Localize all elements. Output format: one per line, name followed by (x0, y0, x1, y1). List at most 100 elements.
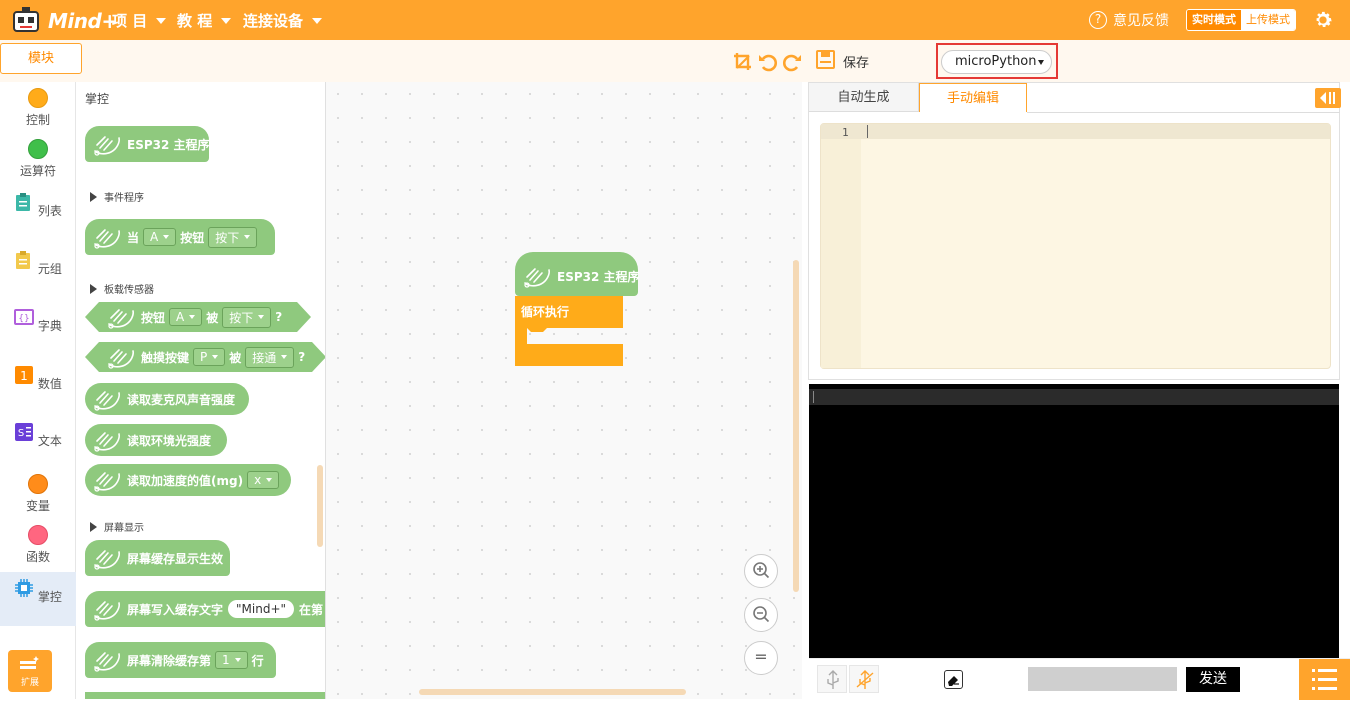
send-button[interactable]: 发送 (1186, 667, 1240, 692)
chevron-down-icon (156, 17, 167, 24)
block-read-microphone[interactable]: 读取麦克风声音强度 (85, 383, 249, 415)
touch-state-dropdown[interactable]: 接通 (245, 347, 294, 368)
button-state-dropdown[interactable]: 按下 (208, 226, 258, 248)
category-text[interactable]: S 文本 (0, 416, 76, 468)
list-icon (1312, 669, 1337, 690)
text-icon: S (15, 423, 34, 441)
mode-toggle[interactable]: 实时模式 上传模式 (1186, 9, 1296, 31)
disconnect-button[interactable] (849, 665, 879, 693)
handpy-hand-icon (524, 268, 550, 288)
realtime-mode-button[interactable]: 实时模式 (1187, 10, 1241, 30)
zoom-reset-button[interactable]: = (744, 641, 778, 675)
handpy-hand-icon (94, 550, 120, 570)
tab-auto-generate[interactable]: 自动生成 (809, 83, 919, 112)
forever-loop-label: 循环执行 (521, 305, 570, 319)
svg-text:1: 1 (20, 369, 28, 383)
tab-manual-edit[interactable]: 手动编辑 (919, 83, 1027, 112)
handpy-hand-icon (105, 304, 137, 330)
workspace-vertical-scrollbar[interactable] (793, 260, 799, 592)
gear-icon[interactable] (1312, 9, 1334, 31)
row-dropdown[interactable]: 1 (215, 651, 248, 669)
usb-disconnect-icon (856, 670, 874, 689)
clear-terminal-button[interactable] (944, 670, 963, 689)
upload-mode-button[interactable]: 上传模式 (1241, 10, 1295, 30)
block-touch-key-pressed[interactable]: 触摸按键 P 被 接通 ? (85, 342, 326, 372)
collapse-panel-button[interactable] (1315, 88, 1341, 108)
tab-modules[interactable]: 模块 (0, 43, 82, 74)
text-input[interactable]: "Mind+" (228, 600, 295, 618)
logo-text: Mind+ (48, 9, 118, 33)
category-variable[interactable]: 变量 (0, 468, 76, 520)
category-list[interactable]: 列表 (0, 186, 76, 238)
category-dictionary[interactable]: {} 字典 (0, 301, 76, 353)
serial-terminal[interactable] (809, 384, 1339, 658)
chevron-down-icon (221, 17, 232, 24)
eraser-icon (948, 676, 959, 686)
handpy-hand-icon (94, 652, 120, 672)
number-icon: 1 (15, 366, 34, 384)
line-number: 1 (842, 126, 849, 139)
feedback-link[interactable]: ? 意见反馈 (1089, 10, 1169, 30)
block-screen-clear-row[interactable]: 屏幕清除缓存第 1 行 (85, 642, 276, 678)
collapse-arrow-icon (1320, 92, 1335, 104)
save-icon[interactable] (815, 49, 837, 71)
zoom-in-icon (753, 562, 770, 579)
block-screen-write-text[interactable]: 屏幕写入缓存文字 "Mind+" 在第 (85, 591, 325, 627)
robot-logo-icon (13, 7, 39, 32)
code-editor[interactable]: 1 (820, 123, 1331, 369)
send-input[interactable] (1028, 667, 1177, 691)
axis-dropdown[interactable]: x (247, 471, 280, 489)
extension-button[interactable]: 扩展 (8, 650, 52, 692)
svg-text:S: S (18, 428, 24, 439)
palette-scrollbar[interactable] (317, 465, 323, 547)
language-select[interactable]: microPython (941, 50, 1052, 74)
section-screen-display[interactable]: 屏幕显示 (90, 519, 144, 534)
section-onboard-sensors[interactable]: 板载传感器 (90, 281, 154, 296)
zoom-in-button[interactable] (744, 554, 778, 588)
handpy-hand-icon (105, 344, 137, 370)
redo-icon[interactable] (781, 51, 803, 73)
usb-button[interactable] (817, 665, 847, 693)
svg-text:{}: {} (18, 314, 29, 324)
block-screen-show[interactable]: 屏幕缓存显示生效 (85, 540, 230, 576)
block-button-is-pressed[interactable]: 按钮 A 被 按下 ? (85, 302, 311, 332)
section-events[interactable]: 事件程序 (90, 189, 144, 204)
handpy-hand-icon (94, 136, 120, 156)
menu-list-button[interactable] (1299, 659, 1350, 700)
chip-icon (15, 579, 34, 597)
crop-icon[interactable] (732, 51, 754, 73)
save-label[interactable]: 保存 (843, 52, 869, 71)
category-handpy[interactable]: 掌控 (0, 572, 76, 626)
category-operators[interactable]: 运算符 (0, 133, 76, 185)
chevron-down-icon (312, 17, 323, 24)
category-number[interactable]: 1 数值 (0, 359, 76, 411)
button-key-dropdown[interactable]: A (169, 308, 202, 326)
block-when-button-pressed[interactable]: 当 A 按钮 按下 (85, 219, 275, 255)
workspace-horizontal-scrollbar[interactable] (419, 689, 686, 695)
question-icon: ? (1089, 11, 1107, 29)
block-read-light[interactable]: 读取环境光强度 (85, 424, 227, 456)
block-partial[interactable] (85, 692, 325, 699)
code-panel: 自动生成 手动编辑 1 (808, 82, 1341, 380)
touch-key-dropdown[interactable]: P (193, 348, 225, 366)
menu-tutorial[interactable]: 教 程 (177, 10, 232, 31)
button-key-dropdown[interactable]: A (143, 228, 177, 246)
button-state-dropdown[interactable]: 按下 (222, 307, 271, 328)
zoom-out-button[interactable] (744, 598, 778, 632)
workspace-esp32-main-block[interactable]: ESP32 主程序 (515, 252, 640, 296)
mind-plus-logo[interactable]: Mind+ (12, 6, 118, 34)
handpy-hand-icon (94, 472, 120, 492)
block-read-acceleration[interactable]: 读取加速度的值(mg) x (85, 464, 291, 496)
handpy-hand-icon (94, 601, 120, 621)
category-function[interactable]: 函数 (0, 519, 76, 571)
block-esp32-main[interactable]: ESP32 主程序 (85, 126, 210, 162)
menu-connect-device[interactable]: 连接设备 (243, 10, 323, 31)
script-workspace[interactable]: ESP32 主程序 循环执行 = (326, 82, 802, 699)
category-tuple[interactable]: 元组 (0, 244, 76, 296)
category-control[interactable]: 控制 (0, 82, 76, 134)
variable-dot-icon (28, 474, 48, 494)
menu-project[interactable]: 项 目 (112, 10, 167, 31)
undo-icon[interactable] (757, 51, 779, 73)
block-palette: 掌控 ESP32 主程序 事件程序 当 A 按钮 按下 板载传感器 按钮 A 被… (76, 82, 326, 699)
clipboard-icon (16, 193, 31, 211)
